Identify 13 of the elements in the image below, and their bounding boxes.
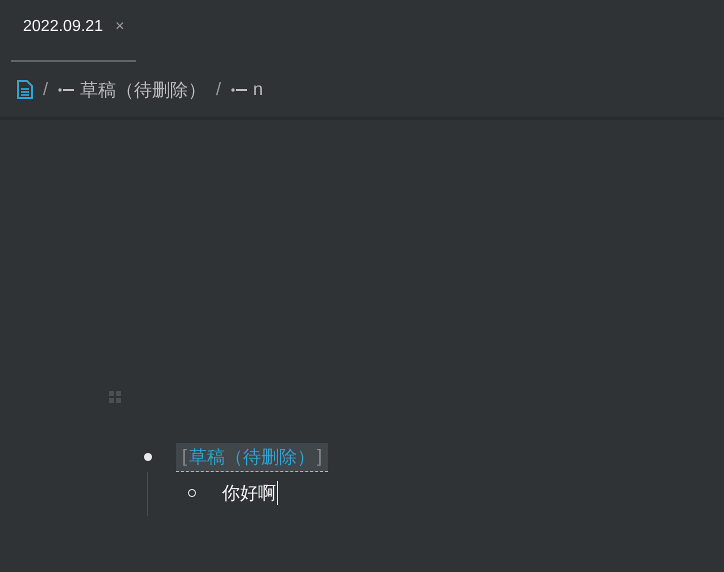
bullet[interactable] — [188, 489, 196, 497]
breadcrumb-item[interactable]: n — [253, 79, 264, 100]
breadcrumb-separator: / — [216, 79, 222, 100]
bullet[interactable] — [144, 453, 152, 461]
bullet-line-icon — [58, 86, 74, 94]
drag-handle-icon[interactable] — [108, 390, 122, 404]
tab[interactable]: 2022.09.21 × — [11, 0, 136, 62]
block-text[interactable]: 你好啊 — [222, 481, 278, 505]
bullet-line-icon — [231, 86, 248, 94]
breadcrumb-separator: / — [43, 79, 48, 100]
close-icon[interactable]: × — [115, 18, 124, 36]
breadcrumb-item[interactable]: 草稿（待删除） — [80, 78, 206, 102]
document-icon[interactable] — [17, 80, 33, 99]
